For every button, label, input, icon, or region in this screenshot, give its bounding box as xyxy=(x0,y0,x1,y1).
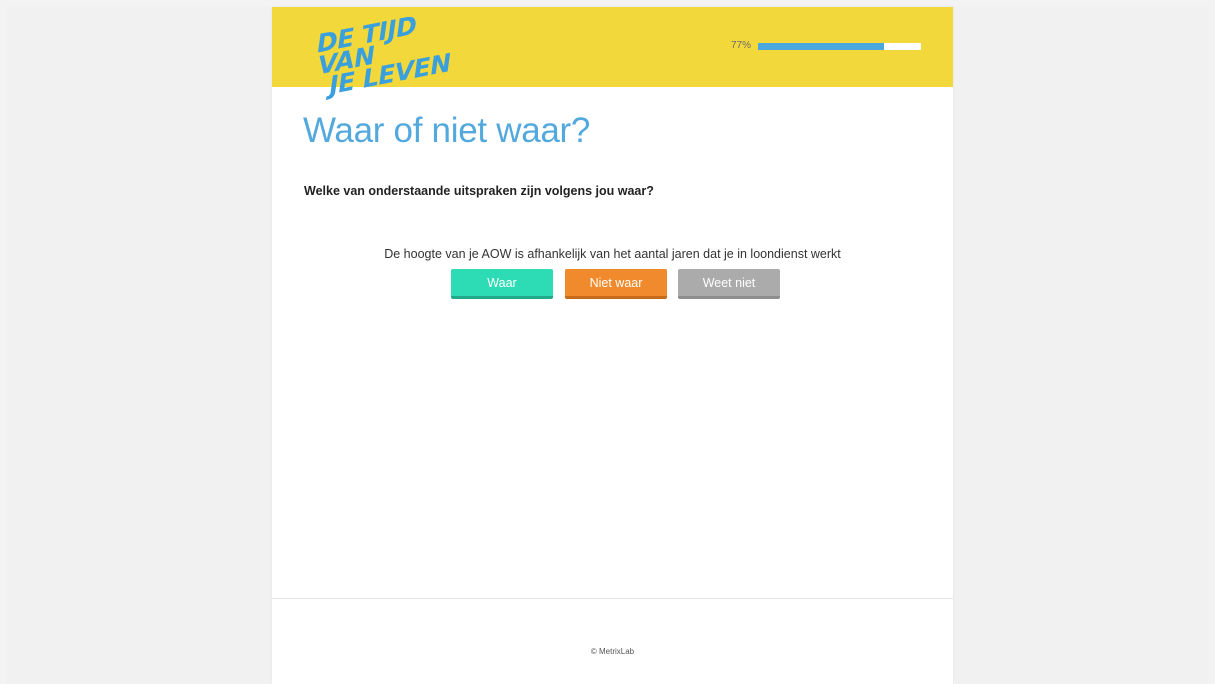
page-title: Waar of niet waar? xyxy=(303,111,591,150)
header: DE TIJD VAN JE LEVEN 77% xyxy=(272,7,953,100)
question-text: Welke van onderstaande uitspraken zijn v… xyxy=(304,184,654,198)
progress-bar xyxy=(758,43,921,50)
logo: DE TIJD VAN JE LEVEN xyxy=(316,5,470,101)
true-button[interactable]: Waar xyxy=(451,269,553,299)
progress-bar-fill xyxy=(758,43,884,50)
false-button[interactable]: Niet waar xyxy=(565,269,667,299)
survey-panel: DE TIJD VAN JE LEVEN 77% Waar of niet wa… xyxy=(272,7,953,684)
progress-label: 77% xyxy=(731,40,752,51)
footer-divider xyxy=(272,598,953,599)
dont-know-button[interactable]: Weet niet xyxy=(678,269,780,299)
footer-copyright: © MetrixLab xyxy=(590,647,635,656)
statement-text: De hoogte van je AOW is afhankelijk van … xyxy=(384,247,841,261)
